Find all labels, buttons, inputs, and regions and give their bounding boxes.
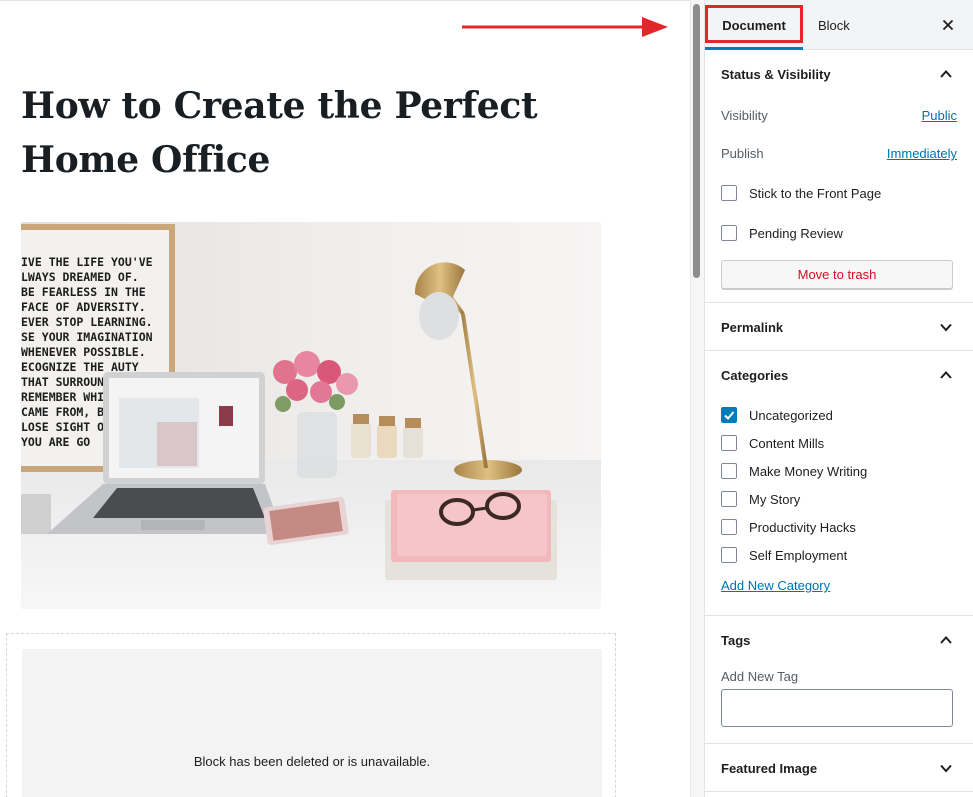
svg-text:IVE THE LIFE YOU'VE: IVE THE LIFE YOU'VE xyxy=(21,255,153,269)
panel-tags: Tags Add New Tag xyxy=(705,616,973,744)
tab-block[interactable]: Block xyxy=(818,0,850,50)
add-category-row: Add New Category xyxy=(705,570,973,610)
post-title-line-2: Home Office xyxy=(21,139,271,181)
desk-photo-illustration: IVE THE LIFE YOU'VE LWAYS DREAMED OF. BE… xyxy=(21,222,601,609)
svg-text:THAT SURROUN: THAT SURROUN xyxy=(21,375,104,389)
category-item: Self Employment xyxy=(705,542,973,570)
category-checkbox[interactable] xyxy=(721,491,737,507)
move-to-trash-button[interactable]: Move to trash xyxy=(721,260,953,289)
panel-title: Tags xyxy=(721,633,751,648)
svg-text:YOU ARE GO: YOU ARE GO xyxy=(21,435,90,449)
panel-featured-image: Featured Image xyxy=(705,744,973,792)
category-item: My Story xyxy=(705,486,973,514)
settings-sidebar: Document Block Status & Visibility Visib… xyxy=(704,0,973,797)
reusable-block-wrapper[interactable]: Block has been deleted or is unavailable… xyxy=(6,633,616,797)
post-title[interactable]: How to Create the Perfect Home Office xyxy=(21,79,621,187)
tab-document[interactable]: Document xyxy=(705,0,803,50)
panel-featured-image-toggle[interactable]: Featured Image xyxy=(705,744,973,792)
pending-review-checkbox[interactable] xyxy=(721,225,737,241)
svg-text:FACE OF ADVERSITY.: FACE OF ADVERSITY. xyxy=(21,300,146,314)
svg-text:ECOGNIZE THE AUTY: ECOGNIZE THE AUTY xyxy=(21,360,139,374)
panel-permalink: Permalink xyxy=(705,303,973,351)
editor-canvas: How to Create the Perfect Home Office IV… xyxy=(0,0,690,797)
category-label[interactable]: Self Employment xyxy=(749,548,847,563)
pending-review-row: Pending Review xyxy=(705,214,973,254)
visibility-row: Visibility Public xyxy=(705,98,973,136)
category-label[interactable]: Productivity Hacks xyxy=(749,520,856,535)
post-image[interactable]: IVE THE LIFE YOU'VE LWAYS DREAMED OF. BE… xyxy=(21,222,601,609)
panel-categories-toggle[interactable]: Categories xyxy=(705,351,973,399)
category-item: Make Money Writing xyxy=(705,458,973,486)
panel-title: Categories xyxy=(721,368,789,383)
category-item: Content Mills xyxy=(705,430,973,458)
sticky-checkbox[interactable] xyxy=(721,185,737,201)
close-icon[interactable] xyxy=(937,14,959,36)
chevron-down-icon xyxy=(940,764,952,773)
svg-text:CAME FROM, BU: CAME FROM, BU xyxy=(21,405,111,419)
chevron-up-icon xyxy=(940,70,952,78)
panel-status-visibility: Status & Visibility Visibility Public Pu… xyxy=(705,50,973,303)
svg-text:EVER STOP LEARNING.: EVER STOP LEARNING. xyxy=(21,315,153,329)
sticky-label[interactable]: Stick to the Front Page xyxy=(749,186,881,201)
chevron-up-icon xyxy=(940,636,952,644)
category-label[interactable]: Make Money Writing xyxy=(749,464,867,479)
editor-scrollbar-thumb[interactable] xyxy=(693,4,700,278)
category-checkbox[interactable] xyxy=(721,407,737,423)
category-checkbox[interactable] xyxy=(721,519,737,535)
checkmark-icon xyxy=(724,411,735,420)
tag-form: Add New Tag xyxy=(705,664,973,743)
publish-label: Publish xyxy=(721,146,764,161)
publish-row: Publish Immediately xyxy=(705,136,973,174)
add-new-tag-label: Add New Tag xyxy=(721,669,799,684)
sticky-row: Stick to the Front Page xyxy=(705,174,973,214)
svg-text:BE FEARLESS IN THE: BE FEARLESS IN THE xyxy=(21,285,146,299)
add-new-category-link[interactable]: Add New Category xyxy=(721,578,830,593)
panel-title: Permalink xyxy=(721,320,784,335)
category-label[interactable]: My Story xyxy=(749,492,800,507)
trash-row: Move to trash xyxy=(705,254,973,303)
category-checkbox[interactable] xyxy=(721,547,737,563)
add-new-tag-input[interactable] xyxy=(721,689,953,727)
visibility-label: Visibility xyxy=(721,108,768,123)
svg-text:LWAYS DREAMED OF.: LWAYS DREAMED OF. xyxy=(21,270,139,284)
panel-tags-toggle[interactable]: Tags xyxy=(705,616,973,664)
category-label[interactable]: Content Mills xyxy=(749,436,824,451)
sidebar-header: Document Block xyxy=(705,0,973,50)
annotation-arrow xyxy=(462,17,668,37)
publish-link[interactable]: Immediately xyxy=(887,146,957,161)
category-checkbox[interactable] xyxy=(721,463,737,479)
svg-text:REMEMBER WHI: REMEMBER WHI xyxy=(21,390,104,404)
svg-text:WHENEVER POSSIBLE.: WHENEVER POSSIBLE. xyxy=(21,345,146,359)
visibility-link[interactable]: Public xyxy=(922,108,957,123)
category-item: Uncategorized xyxy=(705,402,973,430)
panel-title: Featured Image xyxy=(721,761,818,776)
pending-review-label[interactable]: Pending Review xyxy=(749,226,843,241)
svg-text:LOSE SIGHT OF: LOSE SIGHT OF xyxy=(21,420,111,434)
category-label[interactable]: Uncategorized xyxy=(749,408,833,423)
panel-permalink-toggle[interactable]: Permalink xyxy=(705,303,973,351)
panel-status-visibility-toggle[interactable]: Status & Visibility xyxy=(705,50,973,98)
post-title-line-1: How to Create the Perfect xyxy=(21,85,538,127)
panel-categories: Categories Uncategorized Content Mills M… xyxy=(705,351,973,616)
category-checkbox[interactable] xyxy=(721,435,737,451)
missing-block-placeholder: Block has been deleted or is unavailable… xyxy=(22,649,602,797)
category-item: Productivity Hacks xyxy=(705,514,973,542)
chevron-up-icon xyxy=(940,371,952,379)
panel-title: Status & Visibility xyxy=(721,67,831,82)
chevron-down-icon xyxy=(940,323,952,332)
svg-text:SE YOUR IMAGINATION: SE YOUR IMAGINATION xyxy=(21,330,153,344)
missing-block-message: Block has been deleted or is unavailable… xyxy=(193,754,431,769)
